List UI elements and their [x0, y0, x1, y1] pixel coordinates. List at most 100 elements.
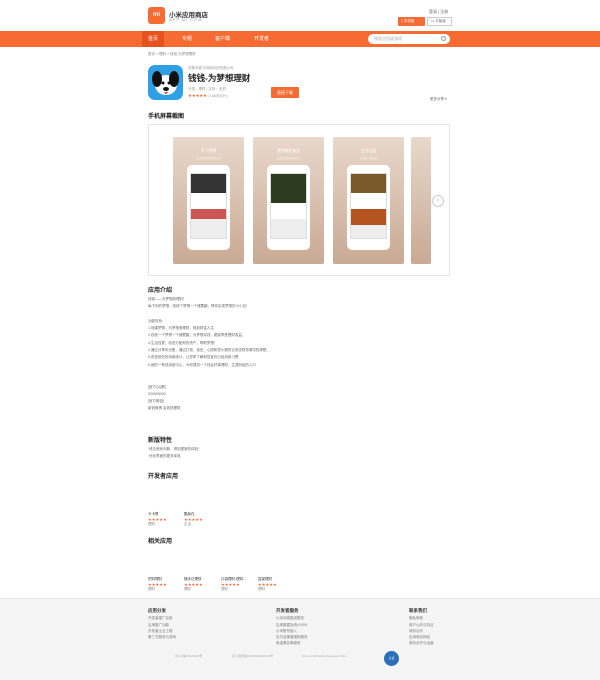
intro-line: 钱钱——为梦想而理财！: [148, 297, 187, 301]
whats-new-line: ·修正使系列新，得到更新的体验！: [148, 447, 202, 451]
intro-line: [148, 376, 448, 383]
intro-line: [官方微信]: [148, 399, 164, 404]
app-name: 钱钱-为梦想理财: [188, 73, 251, 83]
footer-col-distribution: 应用分发 开发者推广应用 应用推广功能 开发者企业工程 第三方服务与游戏: [148, 608, 176, 640]
intro-line: 6.我的一条钱消费中心，为你提供一个钱会好事理财，生涯财经的入口: [148, 362, 256, 367]
pad-download-label: 平板版: [435, 19, 446, 23]
phone-mockup: [347, 165, 390, 250]
search-input[interactable]: 搜索应用或游戏: [368, 34, 450, 44]
intro-line: 5.查找到你的消费统计，让您掌了解和您宣存已经消费习惯: [148, 355, 239, 360]
intro-line: 4.通过分享你记账，通过打钱，钱还，心愿和您小赛的记录还财务情况的清楚。: [148, 348, 270, 353]
share-label: 更多分享: [430, 97, 444, 101]
nav-home[interactable]: 首页: [142, 31, 165, 47]
developer-app-item[interactable]: 酷我在 ★★★★★ 生活: [184, 512, 203, 527]
related-app-category: 理财: [184, 587, 191, 591]
footer-heading: 应用分发: [148, 608, 166, 613]
install-button[interactable]: 直接下载: [271, 87, 299, 98]
intro-line: 1.创建梦想，为梦想而理财，规划财富人生: [148, 326, 214, 331]
developer-name[interactable]: 成都市鼎力网络科技有限公司: [188, 66, 234, 71]
chevron-down-icon: ▾: [444, 97, 447, 101]
footer-link[interactable]: 用户公约与协议: [409, 622, 434, 628]
login-register-link[interactable]: 登录 | 注册: [429, 9, 448, 15]
developer-app-category: 理财: [148, 522, 155, 526]
related-app-category: 理财: [148, 587, 155, 591]
app-category: 分类：理财 | 支持：全机: [188, 87, 226, 91]
intro-line: [官方QQ群]: [148, 384, 166, 389]
rating-stars: ★★★★★: [188, 93, 207, 98]
screenshots-heading: 手机屏幕截图: [148, 114, 185, 120]
related-app-item[interactable]: 挖财理财 ★★★★★ 理财: [148, 577, 180, 592]
footer-link[interactable]: 开发者推广应用: [148, 615, 176, 621]
screenshot-caption: 生活记账: [360, 149, 377, 153]
icp-number[interactable]: 京ICP备10046444号: [175, 654, 202, 658]
share-dropdown[interactable]: 更多分享 ▾: [430, 97, 447, 102]
related-app-item[interactable]: 随手记理财 ★★★★★ 理财: [184, 577, 216, 592]
app-rating: ★★★★★ ( 148次评分 ): [188, 93, 228, 99]
developer-app-item[interactable]: 卡卡联 ★★★★★ 理财: [148, 512, 167, 527]
screenshot-3[interactable]: 生活记账 记录每一笔收支: [333, 137, 404, 264]
screenshot-caption: 梦想绑定基金: [277, 149, 300, 153]
intro-line: 功能特色：: [148, 318, 166, 323]
intro-text: 钱钱——为梦想而理财！ 每下你的梦想，钱钱个梦想一个储蓄罐，帮你实现梦想的小小目…: [148, 296, 448, 413]
related-app-category: 理财: [258, 587, 265, 591]
chevron-right-icon[interactable]: ›: [432, 195, 444, 207]
phone-screen: [270, 173, 307, 239]
developer-apps-heading: 开发者应用: [148, 474, 179, 480]
phone-mockup: [187, 165, 230, 250]
footer-link[interactable]: 商务合作与运营: [409, 640, 434, 646]
developer-app-category: 生活: [184, 522, 191, 526]
main-nav: 首页 专题 客户端 开发者 搜索应用或游戏: [0, 31, 600, 47]
related-heading: 相关应用: [148, 539, 173, 545]
related-app-category: 理财: [221, 587, 228, 591]
nav-topics[interactable]: 专题: [182, 31, 192, 47]
intro-heading: 应用介绍: [148, 288, 173, 294]
intro-line: 新浪微博 会钱钱理财: [148, 406, 181, 411]
screenshot-1[interactable]: 写下梦想 告诉我你的梦想是什么: [173, 137, 244, 264]
intro-line: 2.钱钱一个梦想一个储蓄罐，为梦想存钱，更能享受理财收益。: [148, 333, 246, 338]
intro-line: [148, 369, 448, 376]
screenshot-subcaption: 记录每一笔收支: [359, 157, 378, 160]
whats-new-text: ·修正使系列新，得到更新的体验！ ·优化界面的更多体验: [148, 446, 448, 461]
store-subtitle: APP.MI.COM: [169, 17, 203, 22]
mi-logo[interactable]: mi: [148, 7, 165, 24]
footer-col-dev-services: 开发者服务 小米消息推送服务 应用数据及统计SDK 小米账号接入 支付及渠道授权…: [276, 608, 308, 647]
related-app-item[interactable]: 富豪理财 ★★★★★ 理财: [258, 577, 290, 592]
dog-icon: [152, 71, 179, 95]
phone-mockup: [267, 165, 310, 250]
footer: 应用分发 开发者推广应用 应用推广功能 开发者企业工程 第三方服务与游戏 开发者…: [0, 598, 600, 680]
nav-client[interactable]: 客户端: [215, 31, 230, 47]
phone-download-label: 手机版: [403, 19, 415, 23]
footer-link[interactable]: 应用数据及统计SDK: [276, 622, 308, 628]
whats-new-heading: 新版特性: [148, 438, 173, 444]
screenshot-2[interactable]: 梦想绑定基金 选择合适的理财产品: [253, 137, 324, 264]
screenshot-subcaption: 告诉我你的梦想是什么: [195, 157, 221, 160]
intro-line: 229000000: [148, 391, 166, 396]
trust-badge-icon[interactable]: 认证: [384, 651, 399, 666]
pad-download-button[interactable]: ▭ 平板版: [427, 17, 452, 26]
security-license[interactable]: 京公网安备11010802020134号: [232, 654, 273, 658]
phone-download-button[interactable]: ▯ 手机版: [398, 17, 425, 26]
related-app-item[interactable]: 口袋理财-理财... ★★★★★ 理财: [221, 577, 253, 592]
whats-new-line: ·优化界面的更多体验: [148, 454, 181, 459]
phone-screen: [190, 173, 227, 239]
app-icon: [148, 65, 183, 100]
screenshot-gallery: 写下梦想 告诉我你的梦想是什么 梦想绑定基金 选择合适的理财产品 生活记账 记录…: [148, 124, 450, 276]
breadcrumb[interactable]: 首页 > 理财 > 钱钱-为梦想理财: [148, 52, 196, 57]
footer-col-contact: 联系我们 隐私条款 用户公约与协议 商务合作 应用商店网站 商务合作与运营: [409, 608, 434, 647]
search-icon[interactable]: [441, 36, 446, 41]
search-placeholder: 搜索应用或游戏: [374, 36, 402, 41]
screenshot-4-partial[interactable]: [411, 137, 431, 264]
top-bar: mi 小米应用商店 APP.MI.COM 登录 | 注册 ▯ 手机版 ▭ 平板版: [0, 0, 600, 31]
rating-count: ( 148次评分 ): [207, 94, 229, 98]
copyright: Mi.com All Rights Reserved 2014: [302, 654, 347, 658]
footer-heading: 联系我们: [409, 608, 427, 613]
intro-line: [148, 311, 448, 318]
footer-link[interactable]: 第三方服务与游戏: [148, 634, 176, 640]
intro-line: 每下你的梦想，钱钱个梦想一个储蓄罐，帮你实现梦想的小小目！: [148, 304, 250, 309]
footer-link[interactable]: 小米消息推送服务: [276, 615, 308, 621]
footer-link[interactable]: 电话黑名单服务: [276, 640, 308, 646]
screenshot-subcaption: 选择合适的理财产品: [277, 157, 300, 160]
screenshot-caption: 写下梦想: [200, 149, 217, 153]
footer-heading: 开发者服务: [276, 608, 299, 613]
nav-developer[interactable]: 开发者: [254, 31, 269, 47]
